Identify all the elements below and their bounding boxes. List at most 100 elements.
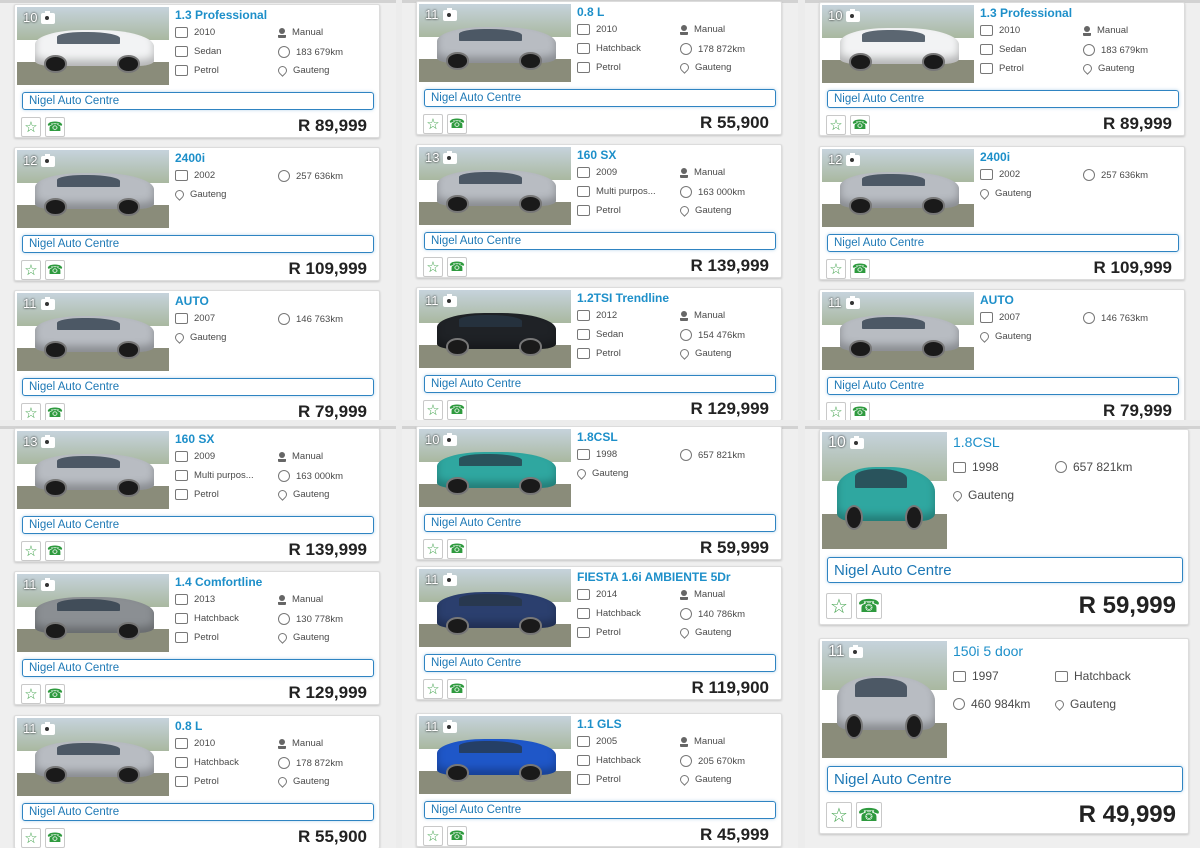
call-dealer-button[interactable]: ☎ (850, 259, 870, 279)
call-dealer-button[interactable]: ☎ (447, 114, 467, 134)
call-dealer-button[interactable]: ☎ (447, 539, 467, 559)
listing-card[interactable]: 12 2400i 2002 257 636km Gauteng Nigel Auto Ce… (819, 146, 1185, 280)
listing-title[interactable]: 1.3 Professional (175, 8, 267, 22)
vehicle-photo[interactable]: 11 (419, 569, 571, 647)
save-favourite-button[interactable]: ☆ (423, 679, 443, 699)
call-dealer-button[interactable]: ☎ (850, 402, 870, 420)
listing-title[interactable]: FIESTA 1.6i AMBIENTE 5Dr (577, 570, 731, 584)
listing-title[interactable]: 1.1 GLS (577, 717, 622, 731)
dealer-name-link[interactable]: Nigel Auto Centre (22, 803, 374, 821)
listing-card[interactable]: 11 0.8 L 2010 Manual Hatchback 178 872km Petro… (14, 715, 380, 848)
save-favourite-button[interactable]: ☆ (21, 117, 41, 137)
listing-card[interactable]: 11 150i 5 door 1997 Hatchback 460 984km Gaute… (819, 638, 1189, 834)
listing-title[interactable]: 1.2TSI Trendline (577, 291, 669, 305)
save-favourite-button[interactable]: ☆ (423, 826, 443, 846)
dealer-name-link[interactable]: Nigel Auto Centre (22, 659, 374, 677)
listing-title[interactable]: AUTO (175, 294, 209, 308)
vehicle-photo[interactable]: 10 (822, 5, 974, 83)
call-dealer-button[interactable]: ☎ (45, 684, 65, 704)
dealer-name-link[interactable]: Nigel Auto Centre (424, 89, 776, 107)
vehicle-photo[interactable]: 11 (419, 716, 571, 794)
save-favourite-button[interactable]: ☆ (21, 260, 41, 280)
dealer-name-link[interactable]: Nigel Auto Centre (22, 92, 374, 110)
listing-card[interactable]: 11 AUTO 2007 146 763km Gauteng Nigel Auto Cen… (819, 289, 1185, 420)
call-dealer-button[interactable]: ☎ (45, 260, 65, 280)
listing-title[interactable]: 0.8 L (175, 719, 202, 733)
dealer-name-link[interactable]: Nigel Auto Centre (827, 90, 1179, 108)
call-dealer-button[interactable]: ☎ (850, 115, 870, 135)
save-favourite-button[interactable]: ☆ (423, 257, 443, 277)
call-dealer-button[interactable]: ☎ (447, 826, 467, 846)
call-dealer-button[interactable]: ☎ (45, 828, 65, 848)
dealer-name-link[interactable]: Nigel Auto Centre (22, 516, 374, 534)
dealer-name-link[interactable]: Nigel Auto Centre (424, 375, 776, 393)
vehicle-photo[interactable]: 10 (822, 432, 947, 549)
vehicle-photo[interactable]: 13 (17, 431, 169, 509)
dealer-name-link[interactable]: Nigel Auto Centre (22, 378, 374, 396)
listing-title[interactable]: 1.3 Professional (980, 6, 1072, 20)
listing-card[interactable]: 13 160 SX 2009 Manual Multi purpos... 163 000… (14, 428, 380, 562)
listing-card[interactable]: 13 160 SX 2009 Manual Multi purpos... 163 000… (416, 144, 782, 278)
listing-card[interactable]: 10 1.3 Professional 2010 Manual Sedan 183 679… (14, 4, 380, 138)
dealer-name-link[interactable]: Nigel Auto Centre (827, 766, 1183, 792)
listing-card[interactable]: 11 1.2TSI Trendline 2012 Manual Sedan 154 476… (416, 287, 782, 420)
listing-card[interactable]: 11 0.8 L 2010 Manual Hatchback 178 872km Petro… (416, 1, 782, 135)
vehicle-photo[interactable]: 11 (17, 574, 169, 652)
call-dealer-button[interactable]: ☎ (447, 257, 467, 277)
listing-title[interactable]: 0.8 L (577, 5, 604, 19)
dealer-name-link[interactable]: Nigel Auto Centre (827, 377, 1179, 395)
listing-card[interactable]: 10 1.8CSL 1998 657 821km Gauteng Nigel Auto C… (416, 426, 782, 560)
listing-title[interactable]: 150i 5 door (953, 643, 1023, 659)
save-favourite-button[interactable]: ☆ (826, 802, 852, 828)
call-dealer-button[interactable]: ☎ (856, 802, 882, 828)
dealer-name-link[interactable]: Nigel Auto Centre (424, 801, 776, 819)
listing-title[interactable]: 160 SX (175, 432, 214, 446)
vehicle-photo[interactable]: 11 (419, 290, 571, 368)
save-favourite-button[interactable]: ☆ (21, 684, 41, 704)
listing-title[interactable]: 1.4 Comfortline (175, 575, 262, 589)
save-favourite-button[interactable]: ☆ (21, 541, 41, 561)
listing-card[interactable]: 10 1.3 Professional 2010 Manual Sedan 183 679… (819, 2, 1185, 136)
dealer-name-link[interactable]: Nigel Auto Centre (424, 232, 776, 250)
listing-title[interactable]: 160 SX (577, 148, 616, 162)
save-favourite-button[interactable]: ☆ (423, 400, 443, 420)
listing-title[interactable]: AUTO (980, 293, 1014, 307)
save-favourite-button[interactable]: ☆ (826, 259, 846, 279)
listing-card[interactable]: 12 2400i 2002 257 636km Gauteng Nigel Auto Ce… (14, 147, 380, 281)
call-dealer-button[interactable]: ☎ (447, 400, 467, 420)
call-dealer-button[interactable]: ☎ (856, 593, 882, 619)
save-favourite-button[interactable]: ☆ (826, 593, 852, 619)
dealer-name-link[interactable]: Nigel Auto Centre (22, 235, 374, 253)
listing-title[interactable]: 2400i (980, 150, 1010, 164)
dealer-name-link[interactable]: Nigel Auto Centre (827, 234, 1179, 252)
dealer-name-link[interactable]: Nigel Auto Centre (424, 514, 776, 532)
call-dealer-button[interactable]: ☎ (447, 679, 467, 699)
save-favourite-button[interactable]: ☆ (21, 828, 41, 848)
vehicle-photo[interactable]: 11 (419, 4, 571, 82)
listing-card[interactable]: 10 1.8CSL 1998 657 821km Gauteng Nigel Auto C… (819, 429, 1189, 625)
call-dealer-button[interactable]: ☎ (45, 403, 65, 420)
vehicle-photo[interactable]: 11 (822, 641, 947, 758)
listing-title[interactable]: 1.8CSL (953, 434, 1000, 450)
save-favourite-button[interactable]: ☆ (423, 114, 443, 134)
vehicle-photo[interactable]: 11 (17, 718, 169, 796)
listing-title[interactable]: 1.8CSL (577, 430, 618, 444)
listing-card[interactable]: 11 FIESTA 1.6i AMBIENTE 5Dr 2014 Manual Hatc… (416, 566, 782, 700)
call-dealer-button[interactable]: ☎ (45, 541, 65, 561)
vehicle-photo[interactable]: 11 (822, 292, 974, 370)
save-favourite-button[interactable]: ☆ (21, 403, 41, 420)
save-favourite-button[interactable]: ☆ (826, 115, 846, 135)
listing-card[interactable]: 11 AUTO 2007 146 763km Gauteng Nigel Auto Cen… (14, 290, 380, 420)
vehicle-photo[interactable]: 10 (419, 429, 571, 507)
listing-card[interactable]: 11 1.1 GLS 2005 Manual Hatchback 205 670km Pet… (416, 713, 782, 847)
save-favourite-button[interactable]: ☆ (423, 539, 443, 559)
vehicle-photo[interactable]: 12 (822, 149, 974, 227)
call-dealer-button[interactable]: ☎ (45, 117, 65, 137)
vehicle-photo[interactable]: 11 (17, 293, 169, 371)
save-favourite-button[interactable]: ☆ (826, 402, 846, 420)
vehicle-photo[interactable]: 10 (17, 7, 169, 85)
listing-card[interactable]: 11 1.4 Comfortline 2013 Manual Hatchback 130 … (14, 571, 380, 705)
dealer-name-link[interactable]: Nigel Auto Centre (424, 654, 776, 672)
vehicle-photo[interactable]: 12 (17, 150, 169, 228)
dealer-name-link[interactable]: Nigel Auto Centre (827, 557, 1183, 583)
